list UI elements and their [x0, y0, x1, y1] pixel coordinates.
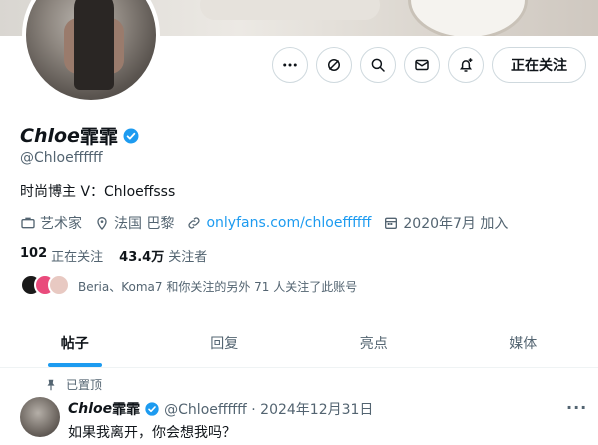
- banner-decoration: [200, 0, 380, 20]
- profile-tabs: 帖子 回复 亮点 媒体: [0, 318, 598, 368]
- profile-avatar[interactable]: [22, 0, 160, 104]
- join-date: 2020年7月 加入: [383, 213, 508, 233]
- followers-stat[interactable]: 43.4万 关注者: [119, 246, 207, 265]
- pinned-indicator: 已置顶: [44, 376, 102, 393]
- verified-badge-icon: [145, 402, 159, 416]
- followed-by[interactable]: Beria、Koma7 和你关注的另外 71 人关注了此账号: [20, 274, 357, 298]
- pinned-label: 已置顶: [66, 378, 103, 392]
- join-date-label: 2020年7月 加入: [403, 216, 509, 232]
- following-count: 102: [20, 246, 48, 261]
- follow-stats: 102 正在关注 43.4万 关注者: [20, 246, 223, 265]
- post-more-button[interactable]: ···: [566, 398, 587, 417]
- bio: 时尚博主 V：Chloeffsss: [20, 184, 176, 200]
- location-pin-icon: [97, 217, 107, 230]
- verified-badge-icon[interactable]: [122, 127, 140, 145]
- post-text: 如果我离开，你会想我吗？: [68, 425, 236, 441]
- message-button[interactable]: [404, 47, 440, 83]
- grok-icon: [328, 59, 340, 71]
- tab-highlights[interactable]: 亮点: [299, 318, 449, 367]
- search-icon: [371, 58, 385, 72]
- post-author-name-cjk[interactable]: 霏霏: [112, 399, 140, 419]
- notifications-button[interactable]: [448, 47, 484, 83]
- follower-avatar: [48, 274, 70, 296]
- display-name-cjk: 霏霏: [79, 126, 118, 148]
- post-author-avatar[interactable]: [20, 397, 60, 437]
- bell-plus-icon: [460, 58, 473, 72]
- calendar-icon: [385, 217, 398, 229]
- search-profile-button[interactable]: [360, 47, 396, 83]
- more-horizontal-icon: [283, 63, 297, 67]
- followed-by-avatars: [20, 274, 70, 298]
- post-meta[interactable]: @Chloeffffff · 2024年12月31日: [164, 399, 373, 419]
- website[interactable]: onlyfans.com/chloeffffff: [186, 215, 371, 231]
- banner-decoration: [408, 0, 528, 36]
- user-handle: @Chloeffffff: [20, 150, 103, 166]
- mail-icon: [415, 59, 429, 71]
- followers-count: 43.4万: [119, 250, 165, 265]
- following-label: 正在关注: [51, 250, 104, 265]
- following-stat[interactable]: 102 正在关注: [20, 246, 103, 265]
- post-author-name-latin[interactable]: Chloe: [68, 401, 112, 417]
- location: 法国 巴黎: [94, 213, 174, 233]
- link-icon: [188, 217, 201, 229]
- display-name-latin: Chloe: [20, 124, 80, 147]
- display-name: Chloe 霏霏: [20, 122, 140, 149]
- website-link[interactable]: onlyfans.com/chloeffffff: [206, 215, 371, 231]
- tab-media[interactable]: 媒体: [449, 318, 598, 367]
- followed-by-text: Beria、Koma7 和你关注的另外 71 人关注了此账号: [78, 279, 358, 294]
- tab-posts[interactable]: 帖子: [0, 318, 150, 367]
- followers-label: 关注者: [168, 250, 208, 265]
- avatar-figure: [74, 0, 114, 90]
- following-button[interactable]: 正在关注: [492, 47, 586, 83]
- profession: 艺术家: [20, 213, 82, 233]
- profile-meta: 艺术家 法国 巴黎 onlyfans.com/chloeffffff 2020年…: [20, 213, 520, 233]
- post-header: Chloe 霏霏 @Chloeffffff · 2024年12月31日: [68, 399, 373, 419]
- briefcase-icon: [21, 217, 35, 229]
- more-options-button[interactable]: [272, 47, 308, 83]
- location-label: 法国 巴黎: [114, 216, 175, 232]
- profession-label: 艺术家: [40, 216, 82, 232]
- tab-replies[interactable]: 回复: [150, 318, 300, 367]
- pin-icon: [47, 379, 55, 390]
- grok-button[interactable]: [316, 47, 352, 83]
